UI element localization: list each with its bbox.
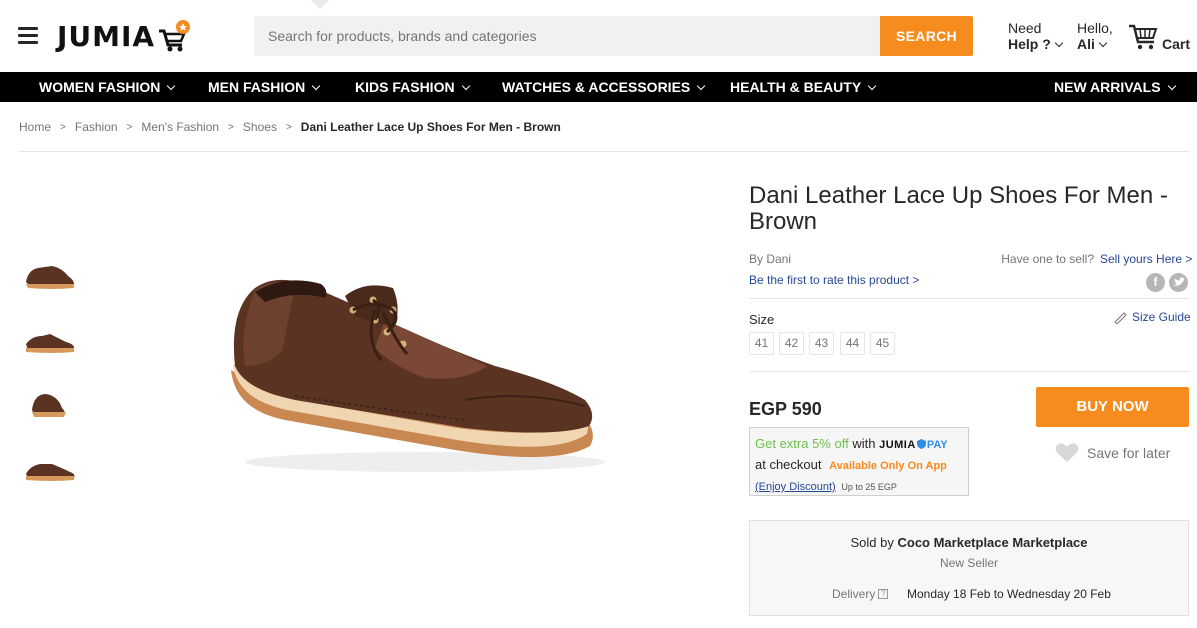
account-name: Ali <box>1077 36 1095 52</box>
cart-icon <box>1129 24 1158 50</box>
chevron-down-icon <box>1167 81 1176 91</box>
jumia-pay-brand: JUMIA <box>879 439 916 451</box>
buy-now-button[interactable]: BUY NOW <box>1036 387 1189 427</box>
size-option-43[interactable]: 43 <box>809 332 834 355</box>
breadcrumb-separator: > <box>126 121 133 133</box>
breadcrumb-separator: > <box>285 121 292 133</box>
promo-app-only: Available Only On App <box>829 460 947 472</box>
save-for-later-label: Save for later <box>1087 444 1171 461</box>
promo-checkout: at checkout <box>755 457 822 472</box>
divider <box>749 298 1189 299</box>
cart-button[interactable]: Cart <box>1128 22 1190 52</box>
account-menu[interactable]: Hello, Ali <box>1077 20 1113 52</box>
header-notch <box>311 0 329 9</box>
sell-question: Have one to sell? <box>1001 252 1094 266</box>
account-top-label: Hello, <box>1077 20 1113 36</box>
size-guide-label: Size Guide <box>1132 310 1191 324</box>
breadcrumb: Home > Fashion > Men's Fashion > Shoes >… <box>19 120 561 134</box>
help-top-label: Need <box>1008 20 1042 36</box>
ruler-icon <box>1114 312 1127 324</box>
breadcrumb-fashion[interactable]: Fashion <box>75 120 118 134</box>
delivery-dates: Monday 18 Feb to Wednesday 20 Feb <box>907 587 1111 601</box>
product-main-image[interactable] <box>225 270 605 480</box>
menu-icon[interactable] <box>18 27 38 44</box>
nav-item-new-arrivals[interactable]: NEW ARRIVALS <box>1054 72 1176 102</box>
chevron-down-icon <box>697 81 706 91</box>
help-menu[interactable]: Need Help ? <box>1008 20 1064 52</box>
facebook-icon[interactable]: f <box>1146 273 1165 292</box>
nav-item-watches-accessories[interactable]: WATCHES & ACCESSORIES <box>502 72 706 102</box>
sold-by: Sold by Coco Marketplace Marketplace <box>750 535 1188 550</box>
nav-label: MEN FASHION <box>208 79 306 95</box>
delivery-label-group: Delivery ? <box>832 587 889 601</box>
nav-item-women-fashion[interactable]: WOMEN FASHION <box>39 72 176 102</box>
divider <box>19 151 1189 152</box>
size-guide-link[interactable]: Size Guide <box>1113 310 1191 324</box>
promo-discount: Get extra 5% off <box>755 436 849 451</box>
delivery-label: Delivery <box>832 587 876 601</box>
product-brand[interactable]: By Dani <box>749 252 791 266</box>
nav-item-health-beauty[interactable]: HEALTH & BEAUTY <box>730 72 877 102</box>
promo-with: with <box>852 436 876 451</box>
size-option-44[interactable]: 44 <box>840 332 865 355</box>
seller-name[interactable]: Coco Marketplace Marketplace <box>897 535 1087 550</box>
product-thumbnail[interactable] <box>22 450 78 490</box>
chevron-down-icon <box>1098 38 1108 48</box>
seller-status: New Seller <box>939 556 999 570</box>
cart-label: Cart <box>1162 36 1191 52</box>
search-button[interactable]: SEARCH <box>880 16 973 56</box>
breadcrumb-separator: > <box>60 121 66 133</box>
shield-icon <box>916 439 926 449</box>
category-nav: WOMEN FASHION MEN FASHION KIDS FASHION W… <box>0 72 1197 102</box>
sell-yours-link[interactable]: Sell yours Here > <box>1100 252 1192 266</box>
heart-icon <box>1055 443 1079 462</box>
logo-text: JUMIA <box>57 19 156 53</box>
chevron-down-icon <box>167 81 176 91</box>
product-thumbnail[interactable] <box>22 384 78 424</box>
nav-label: NEW ARRIVALS <box>1054 79 1161 95</box>
breadcrumb-separator: > <box>228 121 234 133</box>
nav-label: WOMEN FASHION <box>39 79 161 95</box>
enjoy-discount-link[interactable]: (Enjoy Discount) <box>755 481 836 493</box>
nav-item-men-fashion[interactable]: MEN FASHION <box>208 72 321 102</box>
promo-cap: Up to 25 EGP <box>841 482 897 492</box>
product-title: Dani Leather Lace Up Shoes For Men - Bro… <box>749 182 1168 235</box>
breadcrumb-shoes[interactable]: Shoes <box>243 120 277 134</box>
seller-info-box: Sold by Coco Marketplace Marketplace New… <box>749 520 1189 616</box>
breadcrumb-home[interactable]: Home <box>19 120 51 134</box>
breadcrumb-mens-fashion[interactable]: Men's Fashion <box>141 120 219 134</box>
breadcrumb-current: Dani Leather Lace Up Shoes For Men - Bro… <box>300 120 561 134</box>
twitter-icon[interactable] <box>1169 273 1188 292</box>
chevron-down-icon <box>867 81 877 91</box>
help-bottom-label: Help ? <box>1008 36 1051 52</box>
logo-cart-icon <box>159 20 191 52</box>
size-label: Size <box>749 312 775 327</box>
divider <box>749 371 1189 372</box>
sold-by-prefix: Sold by <box>850 535 894 550</box>
nav-label: KIDS FASHION <box>355 79 455 95</box>
search-input[interactable]: Search for products, brands and categori… <box>254 16 880 56</box>
size-option-41[interactable]: 41 <box>749 332 774 355</box>
rate-product-link[interactable]: Be the first to rate this product > <box>749 273 919 287</box>
nav-item-kids-fashion[interactable]: KIDS FASHION <box>355 72 470 102</box>
chevron-down-icon <box>461 81 470 91</box>
nav-label: WATCHES & ACCESSORIES <box>502 79 691 95</box>
jumia-pay-label: PAY <box>926 439 948 451</box>
product-thumbnail[interactable] <box>22 320 78 360</box>
jumia-pay-promo: Get extra 5% off with JUMIA PAY at checko… <box>749 427 969 496</box>
nav-label: HEALTH & BEAUTY <box>730 79 862 95</box>
help-icon[interactable]: ? <box>878 589 889 599</box>
chevron-down-icon <box>311 81 321 91</box>
save-for-later-button[interactable]: Save for later <box>1055 442 1170 463</box>
jumia-logo[interactable]: JUMIA <box>57 18 191 54</box>
chevron-down-icon <box>1054 38 1064 48</box>
size-option-42[interactable]: 42 <box>779 332 804 355</box>
product-price: EGP 590 <box>749 399 822 419</box>
header: JUMIA Search for products, brands and ca… <box>0 0 1197 72</box>
twitter-bird-icon <box>1173 277 1185 286</box>
product-thumbnail[interactable] <box>22 256 78 296</box>
size-option-45[interactable]: 45 <box>870 332 895 355</box>
